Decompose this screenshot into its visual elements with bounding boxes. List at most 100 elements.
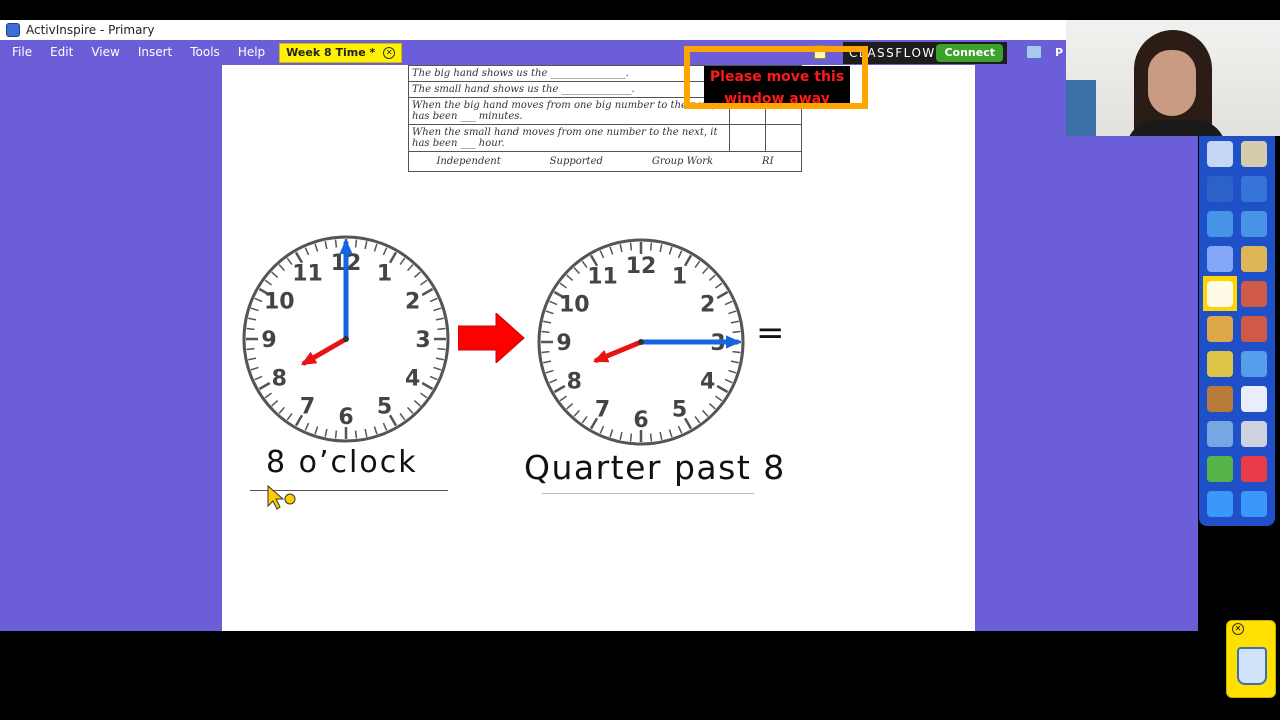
bottom-strip bbox=[0, 631, 1280, 720]
pen-tray-icon-glyph bbox=[1207, 175, 1233, 202]
redo-icon[interactable] bbox=[1237, 486, 1271, 521]
menu-tools[interactable]: Tools bbox=[181, 40, 229, 65]
undo-icon-glyph bbox=[1207, 490, 1233, 517]
refresh-icon[interactable] bbox=[1237, 451, 1271, 486]
clock-tick bbox=[334, 430, 338, 439]
clock-tick bbox=[732, 350, 741, 354]
select-icon[interactable] bbox=[1203, 276, 1237, 311]
toolbox-grid bbox=[1203, 136, 1271, 521]
pen-icon[interactable] bbox=[1203, 311, 1237, 346]
tick-cell bbox=[728, 124, 766, 152]
clock-eight-oclock[interactable]: 121234567891011 bbox=[240, 233, 452, 445]
settings-icon[interactable] bbox=[1237, 276, 1271, 311]
share-screen-icon[interactable] bbox=[1026, 45, 1042, 59]
pointer-cursor-icon bbox=[267, 484, 296, 510]
clock-tick bbox=[334, 239, 338, 248]
footer-group-work: Group Work bbox=[651, 156, 714, 167]
menu-insert[interactable]: Insert bbox=[129, 40, 181, 65]
clipped-label: P bbox=[1055, 46, 1064, 59]
fill-icon-glyph bbox=[1241, 315, 1267, 342]
window-title: ActivInspire - Primary bbox=[26, 23, 155, 37]
clock-number: 3 bbox=[415, 328, 430, 353]
duplicate-icon-glyph bbox=[1241, 420, 1267, 447]
next-page-icon[interactable] bbox=[1237, 206, 1271, 241]
caption-eight-oclock: 8 o’clock bbox=[266, 445, 418, 480]
table-footer-row: Independent Supported Group Work RI bbox=[408, 151, 802, 172]
activinspire-logo-icon bbox=[6, 23, 20, 37]
clock-number: 9 bbox=[261, 328, 276, 353]
user-icon-glyph bbox=[1241, 140, 1267, 167]
flipchart-browser-icon-glyph bbox=[1207, 140, 1233, 167]
clock-tick bbox=[649, 242, 653, 251]
clock-number: 5 bbox=[672, 398, 687, 423]
menu-view[interactable]: View bbox=[82, 40, 128, 65]
right-arrow-icon bbox=[458, 313, 525, 363]
menu-file[interactable]: File bbox=[0, 40, 41, 65]
clock-number: 5 bbox=[377, 395, 392, 420]
clock-number: 4 bbox=[700, 370, 715, 395]
toolbox-icon[interactable] bbox=[1203, 381, 1237, 416]
clock-number: 4 bbox=[405, 367, 420, 392]
clock-tick bbox=[246, 327, 255, 331]
clock-tick bbox=[629, 242, 633, 251]
resource-library-icon-glyph bbox=[1207, 420, 1233, 447]
settings-icon-glyph bbox=[1241, 280, 1267, 307]
next-page-icon-glyph bbox=[1241, 210, 1267, 237]
previous-page-icon[interactable] bbox=[1203, 206, 1237, 241]
clock-tick bbox=[732, 330, 741, 334]
tools-icon[interactable] bbox=[1237, 171, 1271, 206]
clock-tick bbox=[437, 327, 446, 331]
fill-icon[interactable] bbox=[1237, 311, 1271, 346]
undo-icon[interactable] bbox=[1203, 486, 1237, 521]
connector-icon[interactable] bbox=[1237, 346, 1271, 381]
table-footer-cell: Independent Supported Group Work RI bbox=[408, 151, 802, 172]
table-cell: When the big hand moves from one big num… bbox=[408, 97, 730, 125]
clock-number: 11 bbox=[587, 264, 618, 289]
reset-page-icon-glyph bbox=[1207, 455, 1233, 482]
tools-icon-glyph bbox=[1241, 175, 1267, 202]
equals-sign: = bbox=[756, 313, 785, 353]
clock-tick bbox=[246, 347, 255, 351]
globe-icon[interactable] bbox=[1237, 241, 1271, 276]
play-icon[interactable] bbox=[1203, 241, 1237, 276]
flipchart-page[interactable]: The big hand shows us the ______________… bbox=[222, 65, 975, 631]
clock-tick bbox=[354, 430, 358, 439]
close-circle-icon[interactable]: ✕ bbox=[383, 46, 396, 59]
clock-number: 10 bbox=[264, 290, 295, 315]
document-tab-label: Week 8 Time * bbox=[286, 46, 376, 59]
text-icon[interactable] bbox=[1237, 381, 1271, 416]
menu-edit[interactable]: Edit bbox=[41, 40, 82, 65]
trash-icon[interactable] bbox=[1237, 647, 1267, 685]
table-row: When the small hand moves from one numbe… bbox=[408, 124, 803, 152]
text-icon-glyph bbox=[1241, 385, 1267, 412]
connect-button[interactable]: Connect bbox=[936, 44, 1003, 62]
webcam-background bbox=[1066, 80, 1096, 136]
document-tab[interactable]: Week 8 Time * ✕ bbox=[279, 42, 403, 63]
reset-page-icon[interactable] bbox=[1203, 451, 1237, 486]
footer-independent: Independent bbox=[436, 156, 501, 167]
footer-supported: Supported bbox=[549, 156, 603, 167]
clock-quarter-past-eight[interactable]: 121234567891011 bbox=[535, 236, 747, 448]
connector-icon-glyph bbox=[1241, 350, 1267, 377]
webcam-person-face bbox=[1148, 50, 1196, 116]
webcam-overlay bbox=[1066, 20, 1280, 136]
close-circle-icon[interactable]: ✕ bbox=[1232, 623, 1244, 635]
menu-help[interactable]: Help bbox=[229, 40, 274, 65]
table-cell: When the small hand moves from one numbe… bbox=[408, 124, 730, 152]
clock-number: 8 bbox=[567, 370, 582, 395]
user-icon[interactable] bbox=[1237, 136, 1271, 171]
clock-tick bbox=[541, 330, 550, 334]
resource-library-icon[interactable] bbox=[1203, 416, 1237, 451]
clock-number: 7 bbox=[595, 398, 610, 423]
duplicate-icon[interactable] bbox=[1237, 416, 1271, 451]
shape-icon[interactable] bbox=[1203, 346, 1237, 381]
clock-tick bbox=[541, 350, 550, 354]
flipchart-browser-icon[interactable] bbox=[1203, 136, 1237, 171]
trash-panel[interactable]: ✕ bbox=[1226, 620, 1276, 698]
play-icon-glyph bbox=[1207, 245, 1233, 272]
clock-number: 8 bbox=[272, 367, 287, 392]
clock-number: 6 bbox=[338, 405, 353, 430]
pen-tray-icon[interactable] bbox=[1203, 171, 1237, 206]
clock-tick bbox=[437, 347, 446, 351]
popup-notice[interactable]: Please move this window away from bbox=[684, 46, 868, 109]
